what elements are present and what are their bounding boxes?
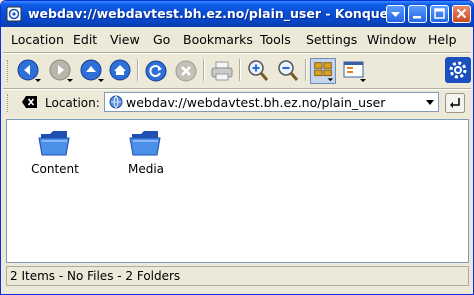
toolbar-grip[interactable] <box>7 60 11 82</box>
title-bar[interactable]: webdav://webdavtest.bh.ez.no/plain_user … <box>1 1 473 27</box>
menu-help[interactable]: Help <box>428 32 457 47</box>
reload-icon[interactable] <box>143 58 169 84</box>
location-grip[interactable] <box>7 94 11 112</box>
location-input[interactable]: webdav://webdavtest.bh.ez.no/plain_user <box>104 92 439 112</box>
folder-item-media[interactable]: Media <box>111 128 181 176</box>
status-text: 2 Items - No Files - 2 Folders <box>10 269 181 283</box>
folder-icon <box>38 131 70 156</box>
go-location-icon[interactable] <box>445 93 465 113</box>
clear-location-icon[interactable] <box>22 95 38 109</box>
close-icon <box>456 8 467 19</box>
icon-view-icon[interactable] <box>310 58 336 84</box>
webdav-globe-icon <box>109 95 123 109</box>
forward-icon[interactable] <box>47 58 73 84</box>
folder-icon <box>129 131 161 156</box>
menu-bookmarks[interactable]: Bookmarks <box>183 32 253 47</box>
split-view-icon[interactable] <box>341 58 367 84</box>
menu-edit[interactable]: Edit <box>73 32 97 47</box>
toolbar-separator <box>203 59 205 81</box>
toolbar-separator <box>137 59 139 81</box>
folder-label: Media <box>127 162 165 176</box>
back-icon[interactable] <box>15 58 41 84</box>
folder-item-content[interactable]: Content <box>20 128 90 176</box>
main-toolbar <box>1 54 473 88</box>
zoom-out-icon[interactable] <box>275 58 301 84</box>
window-title: webdav://webdavtest.bh.ez.no/plain_user … <box>28 6 395 21</box>
maximize-button[interactable] <box>430 5 449 23</box>
minimize-icon <box>413 16 421 19</box>
location-dropdown-icon[interactable] <box>423 94 437 110</box>
menu-location[interactable]: Location <box>11 32 64 47</box>
location-value: webdav://webdavtest.bh.ez.no/plain_user <box>126 95 386 110</box>
toolbar-separator <box>305 59 307 81</box>
menu-settings[interactable]: Settings <box>306 32 357 47</box>
folder-label: Content <box>31 162 79 176</box>
close-button[interactable] <box>452 5 471 23</box>
menu-window[interactable]: Window <box>367 32 416 47</box>
stop-icon[interactable] <box>173 58 199 84</box>
menu-bar: Location Edit View Go Bookmarks Tools Se… <box>1 28 473 52</box>
konqueror-app-icon[interactable] <box>6 6 22 22</box>
konqueror-gear-icon[interactable] <box>445 57 471 83</box>
location-label: Location: <box>45 96 100 110</box>
minimize-button[interactable] <box>408 5 427 23</box>
menu-tools[interactable]: Tools <box>260 32 291 47</box>
up-icon[interactable] <box>78 58 104 84</box>
location-bar: Location: webdav://webdavtest.bh.ez.no/p… <box>1 90 473 116</box>
toolbar-separator <box>239 59 241 81</box>
maximize-icon <box>434 8 445 19</box>
zoom-in-icon[interactable] <box>245 58 271 84</box>
file-view[interactable]: Content Media <box>6 119 469 263</box>
print-icon[interactable] <box>209 58 235 84</box>
menu-view[interactable]: View <box>110 32 140 47</box>
konqueror-window: webdav://webdavtest.bh.ez.no/plain_user … <box>0 0 474 295</box>
menu-go[interactable]: Go <box>153 32 170 47</box>
menu-button[interactable] <box>386 5 405 23</box>
status-bar: 2 Items - No Files - 2 Folders <box>6 266 469 286</box>
home-icon[interactable] <box>107 58 133 84</box>
menu-icon <box>391 12 400 17</box>
